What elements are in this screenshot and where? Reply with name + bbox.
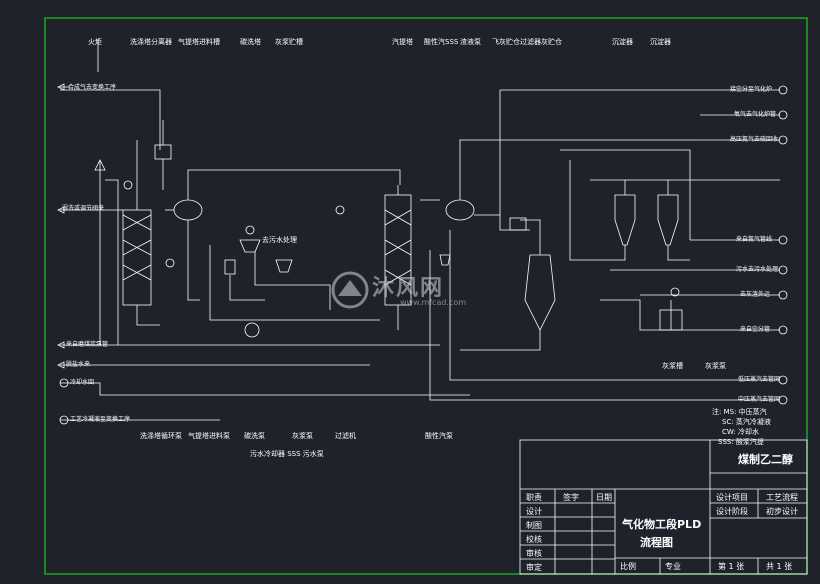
scale-label: 比例 — [620, 562, 636, 571]
note-line-2: SC: 蒸汽冷凝液 — [722, 418, 771, 426]
right-mid-label-1: 灰浆槽 — [662, 362, 683, 370]
inlet-markers — [57, 83, 69, 425]
drawing-title-line-1: 气化物工段PLD — [622, 518, 702, 531]
outlet-label-1: 接空分至气化炉 — [730, 86, 773, 93]
top-label-slag-pump: 渣液泵 — [460, 38, 481, 46]
inlet-label-slurry: 来自磨煤浆泵管 — [66, 341, 109, 348]
specialty-label: 专业 — [665, 562, 681, 571]
watermark-logo-icon — [331, 271, 369, 309]
outlet-label-7: 来自空分管 — [740, 326, 771, 333]
col-label-sign: 签字 — [563, 493, 579, 502]
note-line-4: SSS: 酸浆汽提 — [718, 438, 764, 446]
outlet-label-2: 氧气去气化炉管 — [734, 111, 777, 118]
wastewater-label: 去污水处理 — [262, 236, 297, 244]
drawing-title-line-2: 流程图 — [640, 536, 673, 549]
top-label-acid-gas: 酸性汽SSS — [424, 38, 459, 46]
inlet-label-cooling-water: 冷却水回 — [70, 379, 95, 386]
bottom-label-6: 酸性汽泵 — [425, 432, 453, 440]
watermark: 沐风网 www.mfcad.com — [330, 268, 490, 312]
right-low-label-1: 低压蒸汽去管网 — [738, 376, 781, 383]
bottom-label-row2: 污水冷却器 SSS 污水泵 — [250, 450, 324, 458]
top-label-scrubber-separator: 洗涤塔分离器 — [130, 38, 172, 46]
top-label-stripper: 汽提塔 — [392, 38, 413, 46]
right-low-label-2: 中压蒸汽去管网 — [738, 396, 781, 403]
col-label-date: 日期 — [596, 493, 612, 502]
design-stage-value: 初步设计 — [766, 507, 798, 516]
vacuum-flash — [524, 254, 556, 331]
sheet-number: 第 1 张 — [718, 562, 745, 571]
outlet-markers — [778, 85, 788, 405]
inlet-label-condensate: 工艺冷凝液至变换工序 — [70, 416, 131, 423]
settler-1 — [614, 194, 636, 246]
note-line-1: 注: MS: 中压蒸汽 — [712, 408, 767, 416]
inlet-label-demin-water: 脱盐水来 — [66, 361, 91, 368]
top-label-carbon-wash: 碳洗塔 — [240, 38, 261, 46]
top-label-fly-ash: 飞灰贮仓过滤器灰贮仓 — [492, 38, 562, 46]
bottom-label-4: 灰浆泵 — [292, 432, 313, 440]
top-label-flare: 火炬 — [88, 38, 102, 46]
scrubber-column — [122, 209, 152, 306]
top-label-settler-1: 沉淀器 — [612, 38, 633, 46]
bottom-label-5: 过滤机 — [335, 432, 356, 440]
design-stage-label: 设计阶段 — [716, 507, 748, 516]
row-label-check: 校核 — [526, 535, 542, 544]
design-item-label: 设计项目 — [716, 493, 748, 502]
outlet-label-5: 污水去污水处理 — [736, 266, 779, 273]
bottom-label-3: 碳洗泵 — [244, 432, 265, 440]
inlet-label-syngas: 合成气去变换工序 — [68, 84, 117, 91]
project-name: 煤制乙二醇 — [738, 453, 793, 466]
outlet-label-3: 高压氮气去硫回收 — [730, 136, 779, 143]
top-label-slurry-tank: 灰浆贮槽 — [275, 38, 303, 46]
outlet-label-6: 去灰渣外运 — [740, 291, 771, 298]
row-label-approve: 审定 — [526, 563, 542, 572]
note-line-3: CW: 冷却水 — [722, 428, 759, 436]
row-label-drafting: 制图 — [526, 521, 542, 530]
outlet-label-4: 来自氮气管线 — [736, 236, 773, 243]
settler-2 — [657, 194, 679, 246]
sheet-total: 共 1 张 — [766, 562, 793, 571]
flash-drum — [445, 199, 475, 221]
row-label-responsibility: 职责 — [526, 493, 542, 502]
separator-vessel — [154, 144, 172, 160]
row-label-review: 审核 — [526, 549, 542, 558]
row-label-design: 设计 — [526, 507, 542, 516]
inlet-label-wash: 湿洗或调节阀来 — [62, 205, 105, 212]
bottom-label-1: 洗涤塔循环泵 — [140, 432, 182, 440]
right-mid-label-2: 灰浆泵 — [705, 362, 726, 370]
watermark-url: www.mfcad.com — [400, 298, 467, 307]
top-label-settler-2: 沉淀器 — [650, 38, 671, 46]
design-item-value: 工艺流程 — [766, 493, 798, 502]
top-label-stripper-feed: 气提塔进料槽 — [178, 38, 220, 46]
bottom-label-2: 气提塔进料泵 — [188, 432, 230, 440]
separator-drum — [173, 199, 203, 221]
